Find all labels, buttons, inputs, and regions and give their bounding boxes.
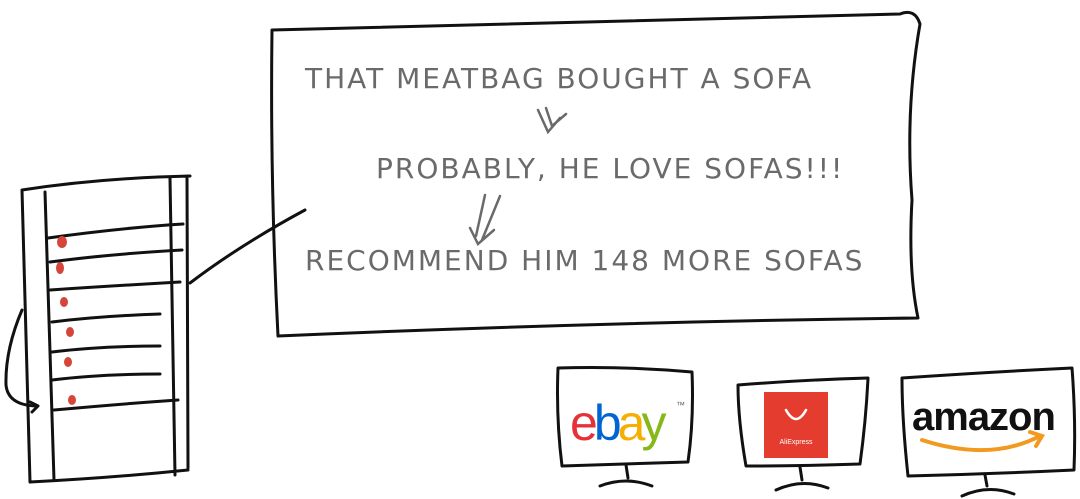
server-left-arm	[4, 308, 38, 408]
server-light	[56, 262, 64, 274]
down-arrow-icon	[468, 193, 502, 247]
aliexpress-logo-text: AliExpress	[779, 439, 813, 446]
speech-bubble: THAT MEATBAG BOUGHT A SOFA PROBABLY, HE …	[270, 10, 922, 338]
monitor-ebay: ebay ™	[556, 366, 694, 488]
monitor-stand	[774, 465, 830, 492]
server-arm	[188, 208, 307, 285]
server-light	[66, 327, 74, 337]
server-rack-outline	[20, 174, 192, 484]
monitor-amazon: amazon	[900, 366, 1077, 498]
server-light	[64, 357, 72, 367]
bubble-line-1: THAT MEATBAG BOUGHT A SOFA	[304, 62, 813, 95]
server-rack-shelves	[46, 222, 185, 412]
down-arrow-icon	[536, 106, 568, 135]
bubble-line-2: PROBABLY, HE LOVE SOFAS!!!	[376, 152, 844, 185]
server-rack	[4, 174, 307, 484]
ebay-logo: ebay	[570, 395, 666, 451]
monitor-aliexpress: AliExpress	[736, 376, 870, 492]
aliexpress-logo-box	[764, 392, 828, 458]
server-light	[68, 395, 76, 405]
comic-scene: THAT MEATBAG BOUGHT A SOFA PROBABLY, HE …	[4, 10, 1077, 498]
monitor-stand	[598, 463, 654, 488]
bubble-line-3: RECOMMEND HIM 148 MORE SOFAS	[305, 244, 864, 277]
monitor-stand	[960, 473, 1016, 498]
ebay-trademark: ™	[676, 400, 685, 410]
server-light	[57, 236, 67, 248]
server-light	[60, 297, 68, 307]
